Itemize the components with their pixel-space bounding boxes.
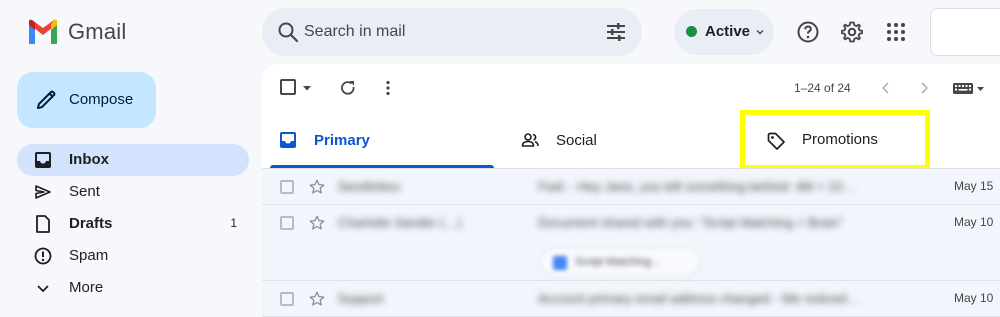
app-name: Gmail [68,19,127,44]
sidebar-item-spam[interactable]: Spam [17,240,249,272]
sidebar-item-label: Spam [69,247,109,264]
search-input[interactable] [304,18,584,46]
drafts-count: 1 [230,216,237,230]
sidebar-item-drafts[interactable]: Drafts 1 [17,208,249,240]
inbox-icon [35,152,51,168]
refresh-icon[interactable] [338,78,358,98]
email-subject: Account primary email address changed - … [538,291,860,306]
report-icon [34,247,52,265]
apps-grid-icon[interactable] [884,20,908,44]
keyboard-icon[interactable] [952,78,986,98]
account-area[interactable] [930,8,1000,56]
more-vert-icon[interactable] [378,78,398,98]
pencil-icon [37,90,56,109]
tab-primary[interactable]: Primary [270,112,494,168]
compose-label: Compose [69,91,134,108]
row-checkbox[interactable] [280,180,294,194]
pagination-label: 1–24 of 24 [794,81,851,95]
doc-icon [553,256,567,270]
send-icon [35,185,51,199]
email-row[interactable]: SendInbox Fwd: - Hey Jane, you left some… [262,169,1000,205]
tune-icon[interactable] [604,20,628,44]
mail-list-panel: 1–24 of 24 Primary Social Promotions Sen… [262,64,1000,317]
gmail-logo-icon [29,19,57,44]
chevron-right-icon[interactable] [914,78,934,98]
gear-icon[interactable] [840,20,864,44]
sidebar-item-more[interactable]: More [17,272,249,304]
sidebar-item-inbox[interactable]: Inbox [17,144,249,176]
email-row[interactable]: Support Account primary email address ch… [262,281,1000,317]
row-checkbox[interactable] [280,292,294,306]
sidebar-item-label: Sent [69,183,100,200]
select-all-checkbox[interactable] [280,79,296,95]
email-date: May 10 [954,291,994,305]
status-label: Active [705,23,751,40]
chevron-down-icon [37,285,49,293]
tab-social[interactable]: Social [512,112,736,168]
inbox-icon [280,132,296,148]
star-icon[interactable] [308,290,326,308]
search-bar[interactable] [262,8,642,56]
attachment-chip[interactable]: Script Matching… [540,247,700,277]
chevron-left-icon[interactable] [876,78,896,98]
help-icon[interactable] [796,20,820,44]
email-date: May 10 [954,215,994,229]
tab-label: Primary [314,132,370,149]
email-subject: Document shared with you: "Script Matchi… [538,215,844,230]
email-row[interactable]: Charlotte Sander (…) Document shared wit… [262,205,1000,281]
sidebar-item-label: More [69,279,104,296]
email-subject: Fwd: - Hey Jane, you left something behi… [538,179,856,194]
email-date: May 15 [954,179,994,193]
sidebar-item-label: Drafts [69,215,113,232]
tag-icon [767,132,785,150]
draft-icon [36,215,50,233]
sidebar-item-label: Inbox [69,151,109,168]
search-icon[interactable] [276,20,300,44]
status-button[interactable]: Active [674,9,774,55]
attachment-name: Script Matching… [575,256,662,268]
compose-button[interactable]: Compose [17,72,156,128]
tab-promotions[interactable]: Promotions [740,110,930,170]
status-dot [686,26,697,37]
email-sender: Charlotte Sander (…) [338,215,462,230]
star-icon[interactable] [308,214,326,232]
people-icon [521,133,539,147]
row-checkbox[interactable] [280,216,294,230]
sidebar-item-sent[interactable]: Sent [17,176,249,208]
email-sender: Support [338,291,384,306]
email-sender: SendInbox [338,179,401,194]
gmail-logo[interactable]: Gmail [26,18,126,46]
star-icon[interactable] [308,178,326,196]
caret-down-icon[interactable] [302,83,312,93]
chevron-down-icon [756,30,764,35]
tab-label: Social [556,132,597,149]
tab-label: Promotions [802,131,878,148]
